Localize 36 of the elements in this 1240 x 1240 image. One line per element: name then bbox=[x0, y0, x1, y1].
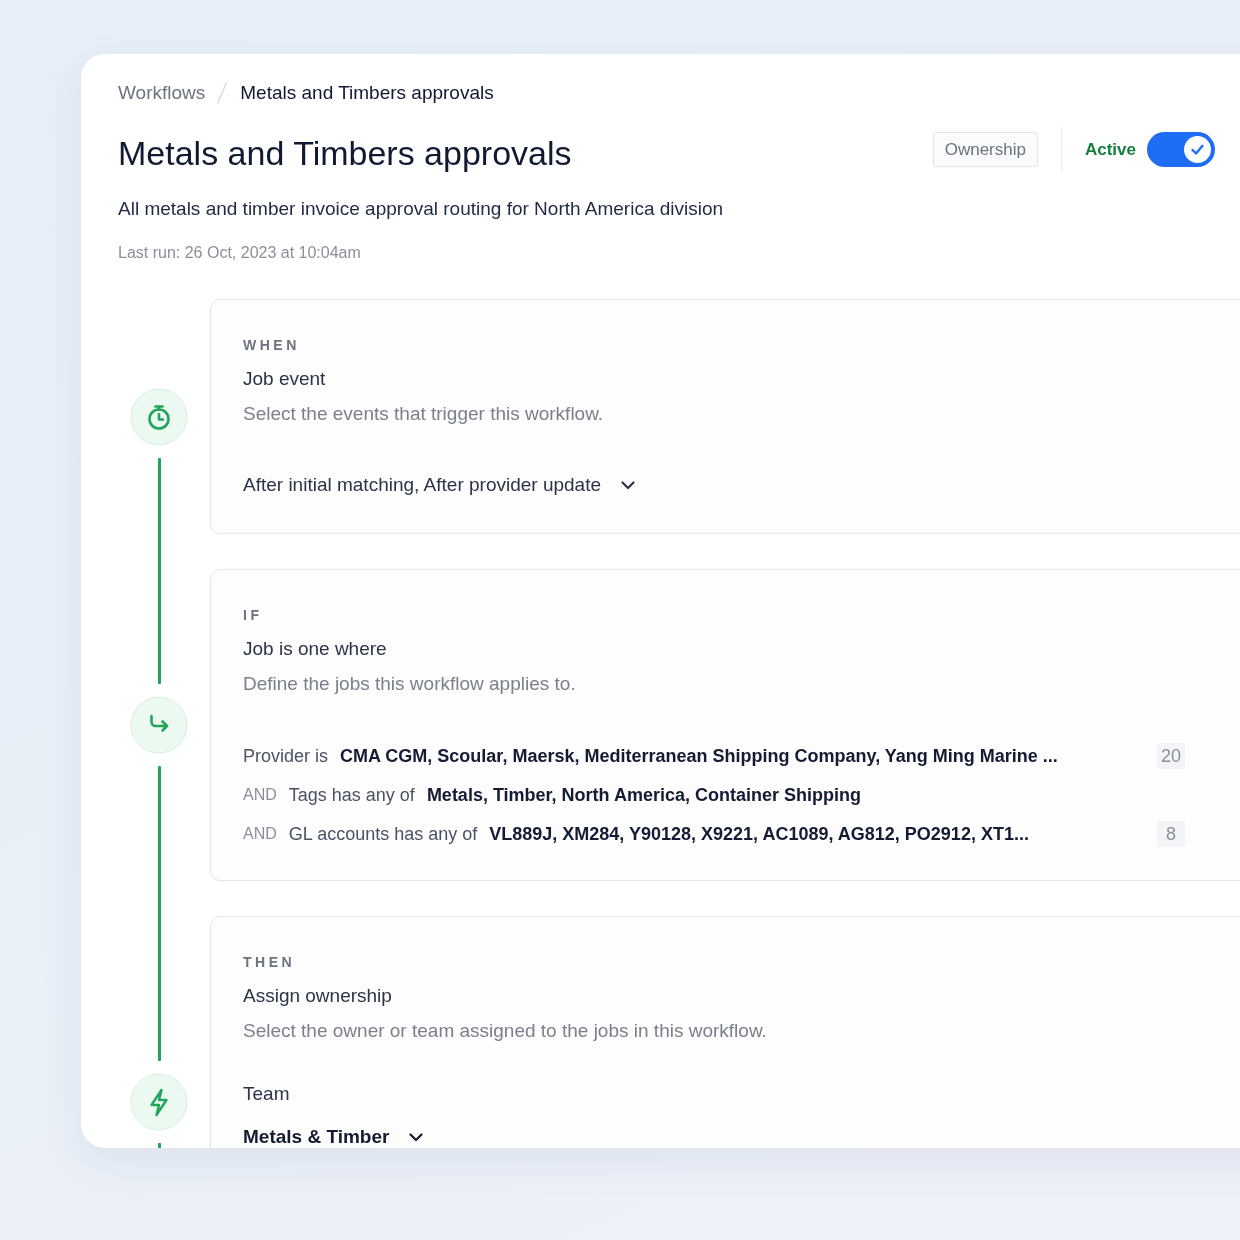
workflow-description: All metals and timber invoice approval routing for North America division bbox=[118, 197, 725, 221]
ownership-button[interactable]: Ownership bbox=[932, 132, 1038, 167]
rule-values: Metals, Timber, North America, Container Shipping bbox=[426, 784, 861, 806]
chevron-down-icon bbox=[621, 480, 636, 490]
lightning-icon bbox=[130, 1073, 188, 1131]
step-type-label: IF bbox=[243, 606, 264, 624]
step-title: Job event bbox=[243, 367, 327, 391]
status-label: Active bbox=[1084, 139, 1136, 160]
step-title: Job is one where bbox=[243, 637, 388, 661]
slash-icon bbox=[216, 81, 229, 105]
step-title: Assign ownership bbox=[243, 984, 393, 1008]
rule-values: VL889J, XM284, Y90128, X9221, AC1089, AG812, PO2912, XT1... bbox=[489, 823, 1029, 845]
rule-connector: AND bbox=[243, 825, 277, 843]
step-type-label: WHEN bbox=[243, 336, 301, 354]
step-hint: Select the events that trigger this workflow. bbox=[243, 402, 605, 426]
breadcrumb-link[interactable]: Workflows bbox=[118, 81, 206, 105]
rule-field: Provider is bbox=[243, 745, 329, 767]
active-toggle[interactable] bbox=[1147, 132, 1215, 167]
rule-connector: AND bbox=[243, 786, 277, 804]
count-badge: 20 bbox=[1157, 743, 1185, 769]
page-title: Metals and Timbers approvals bbox=[118, 132, 572, 174]
count-badge: 8 bbox=[1157, 821, 1185, 847]
rule-values: CMA CGM, Scoular, Maersk, Mediterranean Shipping Company, Yang Ming Marine ... bbox=[340, 745, 1058, 767]
checkmark-icon bbox=[1184, 136, 1211, 163]
step-type-label: THEN bbox=[243, 953, 297, 971]
rule-field: GL accounts has any of bbox=[288, 823, 478, 845]
step-hint: Define the jobs this workflow applies to. bbox=[243, 672, 577, 696]
chevron-down-icon bbox=[409, 1132, 424, 1142]
breadcrumb-link[interactable]: Metals and Timbers approvals bbox=[240, 81, 494, 105]
trigger-events-dropdown[interactable]: After initial matching, After provider update bbox=[243, 473, 636, 497]
team-dropdown[interactable]: Metals & Timber bbox=[243, 1125, 424, 1148]
stopwatch-icon bbox=[130, 387, 188, 446]
step-hint: Select the owner or team assigned to the jobs in this workflow. bbox=[243, 1019, 768, 1043]
rule-field: Tags has any of bbox=[288, 784, 415, 806]
field-label: Team bbox=[243, 1082, 290, 1106]
last-run-text: Last run: 26 Oct, 2023 at 10:04am bbox=[118, 243, 362, 263]
